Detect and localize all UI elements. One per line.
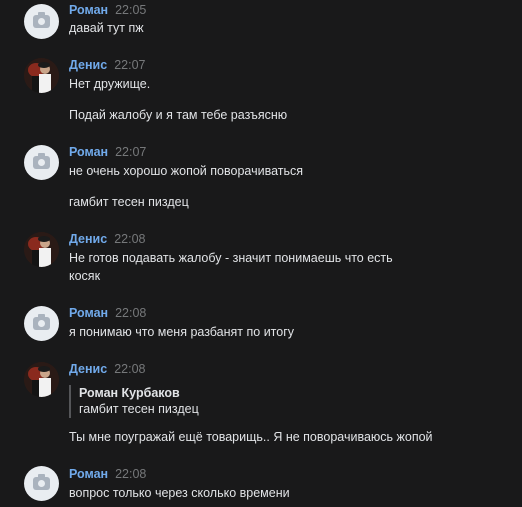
author-name[interactable]: Роман — [69, 3, 108, 17]
message-time[interactable]: 22:08 — [114, 232, 145, 246]
quoted-message[interactable]: Роман Курбаков гамбит тесен пиздец — [69, 385, 199, 418]
author-name[interactable]: Денис — [69, 362, 107, 376]
avatar[interactable] — [24, 145, 59, 180]
message-time[interactable]: 22:08 — [115, 467, 146, 481]
message-text: Не готов подавать жалобу - значит понима… — [69, 251, 393, 265]
message-header: Роман 22:05 — [69, 3, 146, 18]
camera-icon — [33, 153, 50, 169]
user-photo-icon — [24, 232, 59, 267]
message-text: гамбит тесен пиздец — [69, 195, 189, 209]
user-photo-icon — [24, 58, 59, 93]
avatar[interactable] — [24, 306, 59, 341]
avatar[interactable] — [24, 362, 59, 397]
chat-history: Роман 22:05 давай тут пж Денис 22:07 Нет д… — [0, 0, 522, 507]
avatar[interactable] — [24, 466, 59, 501]
message-text: давай тут пж — [69, 21, 144, 35]
message-time[interactable]: 22:07 — [114, 58, 145, 72]
message-text: я понимаю что меня разбанят по итогу — [69, 325, 295, 339]
message-time[interactable]: 22:08 — [114, 362, 145, 376]
author-name[interactable]: Роман — [69, 467, 108, 481]
avatar[interactable] — [24, 4, 59, 39]
message-text: не очень хорошо жопой поворачиваться — [69, 164, 303, 178]
quote-text: гамбит тесен пиздец — [79, 402, 199, 416]
message-header: Роман 22:08 — [69, 467, 146, 482]
avatar[interactable] — [24, 58, 59, 93]
author-name[interactable]: Роман — [69, 145, 108, 159]
message-header: Роман 22:07 — [69, 145, 146, 160]
message-time[interactable]: 22:07 — [115, 145, 146, 159]
message-text: вопрос только через сколько времени — [69, 486, 290, 500]
message-header: Денис 22:08 — [69, 362, 145, 377]
quote-author: Роман Курбаков — [79, 386, 180, 400]
message-time[interactable]: 22:08 — [115, 306, 146, 320]
camera-icon — [33, 314, 50, 330]
message-text: косяк — [69, 269, 101, 283]
camera-icon — [33, 474, 50, 490]
user-photo-icon — [24, 362, 59, 397]
message-text: Подай жалобу и я там тебе разъясню — [69, 108, 288, 122]
message-time[interactable]: 22:05 — [115, 3, 146, 17]
avatar[interactable] — [24, 232, 59, 267]
message-text: Ты мне поугражай ещё товарищь.. Я не пов… — [69, 430, 433, 444]
message-header: Роман 22:08 — [69, 306, 146, 321]
author-name[interactable]: Денис — [69, 58, 107, 72]
camera-icon — [33, 12, 50, 28]
author-name[interactable]: Денис — [69, 232, 107, 246]
author-name[interactable]: Роман — [69, 306, 108, 320]
message-header: Денис 22:08 — [69, 232, 145, 247]
message-header: Денис 22:07 — [69, 58, 145, 73]
message-text: Нет дружище. — [69, 77, 151, 91]
